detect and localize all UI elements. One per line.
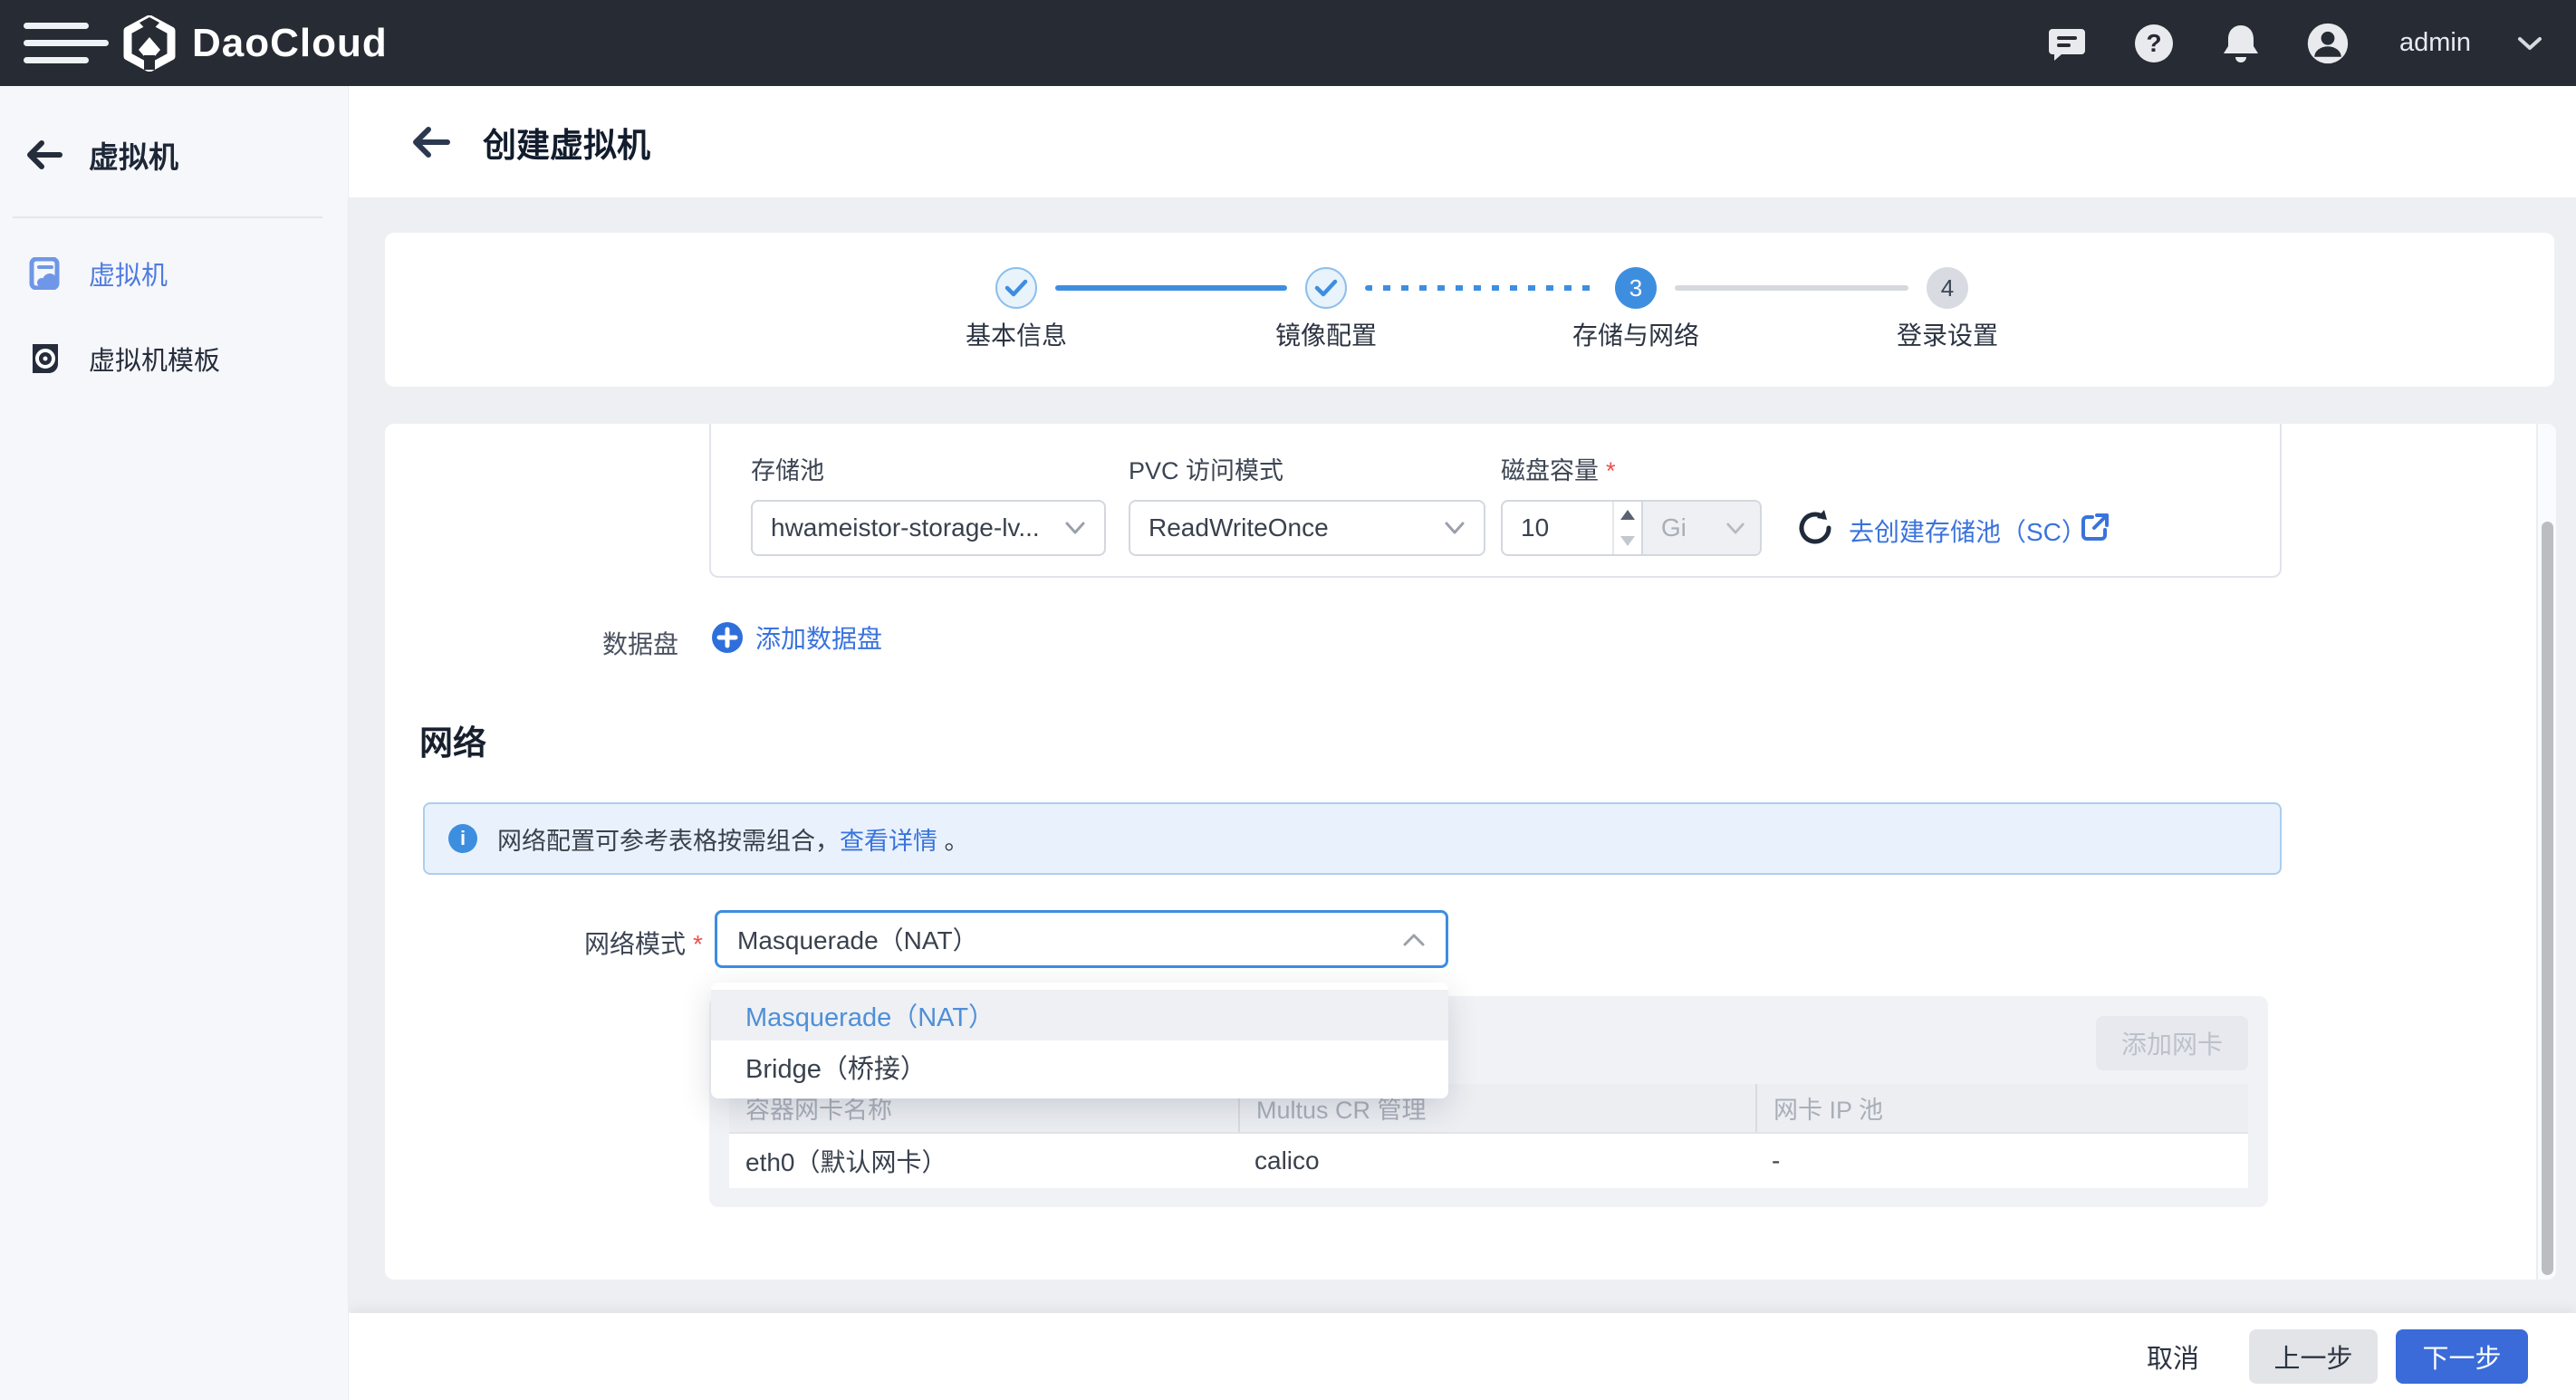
sidebar-item-virtual-machines[interactable]: 虚拟机: [0, 242, 348, 305]
sidebar-title: 虚拟机: [89, 133, 178, 177]
data-disk-label: 数据盘: [602, 625, 678, 661]
plus-circle-icon: [711, 621, 744, 654]
wizard-footer: 取消 上一步 下一步: [349, 1313, 2576, 1400]
pvc-access-mode-label: PVC 访问模式: [1129, 451, 1283, 486]
dropdown-option-masquerade[interactable]: Masquerade（NAT）: [711, 990, 1448, 1040]
sidebar-item-vm-templates[interactable]: 虚拟机模板: [0, 327, 348, 390]
storage-pool-select[interactable]: hwameistor-storage-lv...: [751, 500, 1106, 556]
network-mode-select[interactable]: Masquerade（NAT）: [715, 910, 1448, 968]
sidebar-item-label: 虚拟机模板: [89, 340, 220, 378]
sidebar-divider: [13, 216, 322, 218]
nic-name-cell: eth0（默认网卡）: [729, 1134, 1238, 1188]
next-step-button[interactable]: 下一步: [2396, 1329, 2528, 1384]
column-header: 网卡 IP 池: [1755, 1084, 2248, 1132]
previous-step-button[interactable]: 上一步: [2249, 1329, 2378, 1384]
pvc-access-mode-select[interactable]: ReadWriteOnce: [1129, 500, 1485, 556]
network-mode-label: 网络模式*: [584, 925, 703, 961]
help-icon[interactable]: ?: [2133, 23, 2175, 64]
table-row: eth0（默认网卡） calico -: [729, 1134, 2248, 1188]
vm-list-icon: [29, 257, 62, 290]
disk-capacity-group: 10 Gi: [1501, 500, 1762, 556]
chevron-down-icon: [1064, 521, 1086, 535]
vertical-scrollbar[interactable]: [2536, 424, 2556, 1280]
external-link-icon[interactable]: [2079, 511, 2111, 543]
cancel-button[interactable]: 取消: [2138, 1329, 2208, 1384]
step-3-circle: 3: [1615, 267, 1657, 309]
step-connector-1-2: [1055, 285, 1287, 291]
step-2-circle-check-icon: [1305, 267, 1347, 309]
required-asterisk: *: [1606, 457, 1616, 484]
page-back-arrow-icon[interactable]: [410, 126, 452, 158]
menu-toggle-icon[interactable]: [24, 16, 111, 71]
ip-pool-cell: -: [1755, 1134, 2248, 1188]
main-area: 创建虚拟机 3 4 基本信息 镜像配置 存储与网络 登录设置: [349, 86, 2576, 1400]
network-mode-dropdown: Masquerade（NAT） Bridge（桥接）: [711, 983, 1448, 1098]
step-3-label: 存储与网络: [1500, 316, 1772, 352]
network-info-banner: i 网络配置可参考表格按需组合，查看详情 。: [423, 802, 2282, 875]
scrollbar-thumb[interactable]: [2542, 522, 2553, 1275]
view-details-link[interactable]: 查看详情: [840, 828, 937, 855]
vm-template-icon: [29, 342, 62, 375]
sidebar-back-arrow-icon[interactable]: [25, 139, 63, 170]
dropdown-option-bridge[interactable]: Bridge（桥接）: [711, 1040, 1448, 1093]
chevron-up-icon: [1402, 932, 1426, 947]
brand-name: DaoCloud: [192, 21, 388, 66]
disk-capacity-input[interactable]: 10: [1503, 502, 1612, 554]
info-icon: i: [448, 824, 477, 853]
disk-capacity-stepper: [1612, 502, 1641, 554]
content-background: 3 4 基本信息 镜像配置 存储与网络 登录设置 存储池 PVC 访问模式 磁盘…: [349, 197, 2576, 1313]
chevron-down-icon: [1444, 521, 1466, 535]
step-1-circle-check-icon: [995, 267, 1037, 309]
nic-table: 容器网卡名称 Multus CR 管理 网卡 IP 池 eth0（默认网卡） c…: [729, 1084, 2248, 1188]
brand-logo[interactable]: DaoCloud: [121, 15, 388, 72]
step-4-circle: 4: [1927, 267, 1968, 309]
messages-icon[interactable]: [2046, 23, 2088, 64]
form-card: 存储池 PVC 访问模式 磁盘容量* hwameistor-storage-lv…: [385, 424, 2556, 1280]
stepper-card: 3 4 基本信息 镜像配置 存储与网络 登录设置: [385, 233, 2554, 387]
create-storage-pool-link[interactable]: 去创建存储池（SC）: [1849, 513, 2087, 549]
username-label[interactable]: admin: [2399, 28, 2471, 58]
banner-text: 网络配置可参考表格按需组合，查看详情 。: [497, 821, 969, 857]
required-asterisk: *: [693, 930, 703, 958]
sidebar: 虚拟机 虚拟机 虚拟机模板: [0, 86, 349, 1400]
disk-capacity-label: 磁盘容量*: [1501, 451, 1616, 486]
stepper-up-icon[interactable]: [1614, 502, 1641, 528]
page-titlebar: 创建虚拟机: [349, 86, 2576, 197]
sidebar-item-label: 虚拟机: [89, 254, 168, 292]
user-avatar[interactable]: [2307, 23, 2349, 64]
capacity-unit-select[interactable]: Gi: [1641, 502, 1760, 554]
step-1-label: 基本信息: [880, 316, 1152, 352]
add-nic-button[interactable]: 添加网卡: [2096, 1016, 2248, 1070]
chevron-down-icon: [1725, 522, 1745, 535]
step-4-label: 登录设置: [1812, 316, 2083, 352]
svg-text:?: ?: [2146, 29, 2161, 57]
system-disk-subcard: 存储池 PVC 访问模式 磁盘容量* hwameistor-storage-lv…: [709, 424, 2282, 578]
storage-pool-label: 存储池: [751, 451, 824, 486]
daocloud-cube-icon: [121, 15, 178, 72]
add-data-disk-link[interactable]: 添加数据盘: [711, 619, 882, 656]
network-section-heading: 网络: [419, 715, 486, 764]
step-connector-2-3: [1365, 285, 1597, 291]
user-menu-chevron-down-icon[interactable]: [2516, 34, 2543, 53]
top-header: DaoCloud ?: [0, 0, 2576, 86]
step-connector-3-4: [1675, 285, 1908, 291]
refresh-icon[interactable]: [1794, 507, 1836, 549]
multus-cr-cell: calico: [1238, 1134, 1755, 1188]
page-title: 创建虚拟机: [483, 118, 650, 167]
notifications-bell-icon[interactable]: [2220, 23, 2262, 64]
stepper-down-icon[interactable]: [1614, 528, 1641, 554]
step-2-label: 镜像配置: [1190, 316, 1462, 352]
